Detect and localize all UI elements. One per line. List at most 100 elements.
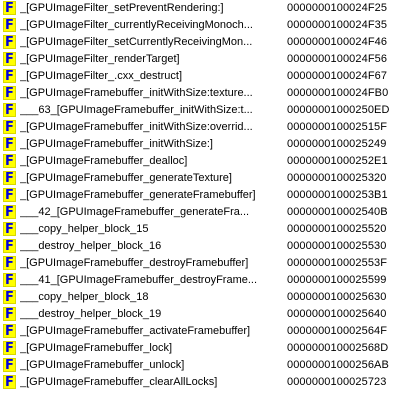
function-row[interactable]: F _[GPUImageFilter_setPreventRendering:] 0… bbox=[0, 0, 400, 17]
function-row[interactable]: F _[GPUImageFramebuffer_lock] 000000010002… bbox=[0, 340, 400, 357]
function-address: 0000000100024FB0 bbox=[287, 87, 389, 99]
function-name: _[GPUImageFramebuffer_dealloc] bbox=[20, 155, 188, 167]
function-icon-letter: F bbox=[5, 289, 14, 305]
function-row[interactable]: F _[GPUImageFramebuffer_activateFramebuff… bbox=[0, 323, 400, 340]
function-name: ___41_[GPUImageFramebuffer_destroyFrame.… bbox=[20, 274, 258, 286]
function-icon: F bbox=[3, 341, 16, 355]
function-name: _[GPUImageFramebuffer_generateTexture] bbox=[20, 172, 232, 184]
function-address: 0000000100025599 bbox=[287, 274, 387, 286]
function-row[interactable]: F _[GPUImageFramebuffer_initWithSize:over… bbox=[0, 119, 400, 136]
function-name: ___destroy_helper_block_19 bbox=[20, 308, 162, 320]
function-row[interactable]: F _[GPUImageFramebuffer_clearAllLocks] 000… bbox=[0, 374, 400, 391]
function-icon-letter: F bbox=[5, 255, 14, 271]
function-icon: F bbox=[3, 290, 16, 304]
function-address: 0000000100024F35 bbox=[287, 19, 388, 31]
function-row[interactable]: F _[GPUImageFramebuffer_dealloc] 000000010… bbox=[0, 153, 400, 170]
function-name: _[GPUImageFramebuffer_initWithSize:] bbox=[20, 138, 213, 150]
function-name: ___63_[GPUImageFramebuffer_initWithSize:… bbox=[20, 104, 253, 116]
function-row[interactable]: F ___destroy_helper_block_19 0000000100025… bbox=[0, 306, 400, 323]
function-icon: F bbox=[3, 35, 16, 49]
function-row[interactable]: F ___63_[GPUImageFramebuffer_initWithSize… bbox=[0, 102, 400, 119]
function-row[interactable]: F _[GPUImageFramebuffer_destroyFramebuffe… bbox=[0, 255, 400, 272]
function-icon: F bbox=[3, 188, 16, 202]
function-address: 0000000100024F46 bbox=[287, 36, 388, 48]
function-icon: F bbox=[3, 222, 16, 236]
function-icon-letter: F bbox=[5, 238, 14, 254]
function-name: _[GPUImageFramebuffer_lock] bbox=[20, 342, 173, 354]
function-address: 0000000100025520 bbox=[287, 223, 387, 235]
function-address: 0000000100024F67 bbox=[287, 70, 388, 82]
function-address: 0000000100025530 bbox=[287, 240, 387, 252]
function-name: _[GPUImageFilter_.cxx_destruct] bbox=[20, 70, 183, 82]
function-name: _[GPUImageFramebuffer_generateFramebuffe… bbox=[20, 189, 256, 201]
function-name: _[GPUImageFramebuffer_destroyFramebuffer… bbox=[20, 257, 249, 269]
function-name: _[GPUImageFramebuffer_clearAllLocks] bbox=[20, 376, 218, 388]
functions-list: F _[GPUImageFilter_setPreventRendering:] 0… bbox=[0, 0, 400, 406]
function-icon-letter: F bbox=[5, 340, 14, 356]
function-name: _[GPUImageFramebuffer_initWithSize:textu… bbox=[20, 87, 253, 99]
function-name: _[GPUImageFramebuffer_unlock] bbox=[20, 359, 185, 371]
function-icon: F bbox=[3, 307, 16, 321]
function-icon: F bbox=[3, 171, 16, 185]
function-icon: F bbox=[3, 375, 16, 389]
function-row[interactable]: F ___copy_helper_block_18 0000000100025630 bbox=[0, 289, 400, 306]
function-row[interactable]: F _[GPUImageFramebuffer_generateFramebuff… bbox=[0, 187, 400, 204]
function-address: 0000000100024F56 bbox=[287, 53, 388, 65]
function-row[interactable]: F _[GPUImageFramebuffer_generateTexture] 0… bbox=[0, 170, 400, 187]
function-icon: F bbox=[3, 154, 16, 168]
function-address: 0000000100025320 bbox=[287, 172, 387, 184]
function-name: ___copy_helper_block_15 bbox=[20, 223, 149, 235]
function-address: 000000010002515F bbox=[287, 121, 388, 133]
function-address: 00000001000253B1 bbox=[287, 189, 388, 201]
function-row[interactable]: F _[GPUImageFilter_currentlyReceivingMono… bbox=[0, 17, 400, 34]
function-icon: F bbox=[3, 52, 16, 66]
function-row[interactable]: F _[GPUImageFramebuffer_initWithSize:] 000… bbox=[0, 136, 400, 153]
function-name: _[GPUImageFilter_setCurrentlyReceivingMo… bbox=[20, 36, 253, 48]
function-address: 0000000100025630 bbox=[287, 291, 387, 303]
function-icon-letter: F bbox=[5, 170, 14, 186]
function-name: _[GPUImageFramebuffer_activateFramebuffe… bbox=[20, 325, 251, 337]
function-icon-letter: F bbox=[5, 357, 14, 373]
function-icon-letter: F bbox=[5, 272, 14, 288]
function-row[interactable]: F _[GPUImageFilter_setCurrentlyReceivingM… bbox=[0, 34, 400, 51]
function-name: ___42_[GPUImageFramebuffer_generateFra..… bbox=[20, 206, 250, 218]
function-address: 00000001000252E1 bbox=[287, 155, 388, 167]
function-icon-letter: F bbox=[5, 34, 14, 50]
function-address: 00000001000256AB bbox=[287, 359, 389, 371]
function-icon: F bbox=[3, 120, 16, 134]
function-row[interactable]: F ___42_[GPUImageFramebuffer_generateFra.… bbox=[0, 204, 400, 221]
function-icon-letter: F bbox=[5, 102, 14, 118]
function-name: _[GPUImageFilter_renderTarget] bbox=[20, 53, 180, 65]
function-icon: F bbox=[3, 1, 16, 15]
function-icon: F bbox=[3, 324, 16, 338]
function-name: _[GPUImageFilter_setPreventRendering:] bbox=[20, 2, 224, 14]
function-icon-letter: F bbox=[5, 221, 14, 237]
function-icon-letter: F bbox=[5, 374, 14, 390]
function-name: _[GPUImageFilter_currentlyReceivingMonoc… bbox=[20, 19, 253, 31]
function-address: 000000010002568D bbox=[287, 342, 389, 354]
function-icon-letter: F bbox=[5, 119, 14, 135]
function-icon-letter: F bbox=[5, 68, 14, 84]
function-row[interactable]: F _[GPUImageFramebuffer_initWithSize:text… bbox=[0, 85, 400, 102]
function-row[interactable]: F _[GPUImageFilter_renderTarget] 000000010… bbox=[0, 51, 400, 68]
function-address: 000000010002553F bbox=[287, 257, 388, 269]
function-icon-letter: F bbox=[5, 0, 14, 16]
function-row[interactable]: F _[GPUImageFilter_.cxx_destruct] 00000001… bbox=[0, 68, 400, 85]
function-icon-letter: F bbox=[5, 153, 14, 169]
function-icon: F bbox=[3, 358, 16, 372]
function-row[interactable]: F _[GPUImageFramebuffer_unlock] 0000000100… bbox=[0, 357, 400, 374]
function-row[interactable]: F ___41_[GPUImageFramebuffer_destroyFrame… bbox=[0, 272, 400, 289]
function-row[interactable]: F ___destroy_helper_block_16 0000000100025… bbox=[0, 238, 400, 255]
function-icon-letter: F bbox=[5, 17, 14, 33]
function-icon-letter: F bbox=[5, 323, 14, 339]
function-icon-letter: F bbox=[5, 187, 14, 203]
function-icon: F bbox=[3, 239, 16, 253]
function-icon-letter: F bbox=[5, 51, 14, 67]
function-icon: F bbox=[3, 86, 16, 100]
function-address: 0000000100024F25 bbox=[287, 2, 388, 14]
function-name: _[GPUImageFramebuffer_initWithSize:overr… bbox=[20, 121, 253, 133]
function-icon-letter: F bbox=[5, 85, 14, 101]
function-row[interactable]: F ___copy_helper_block_15 0000000100025520 bbox=[0, 221, 400, 238]
function-icon: F bbox=[3, 137, 16, 151]
function-name: ___destroy_helper_block_16 bbox=[20, 240, 162, 252]
